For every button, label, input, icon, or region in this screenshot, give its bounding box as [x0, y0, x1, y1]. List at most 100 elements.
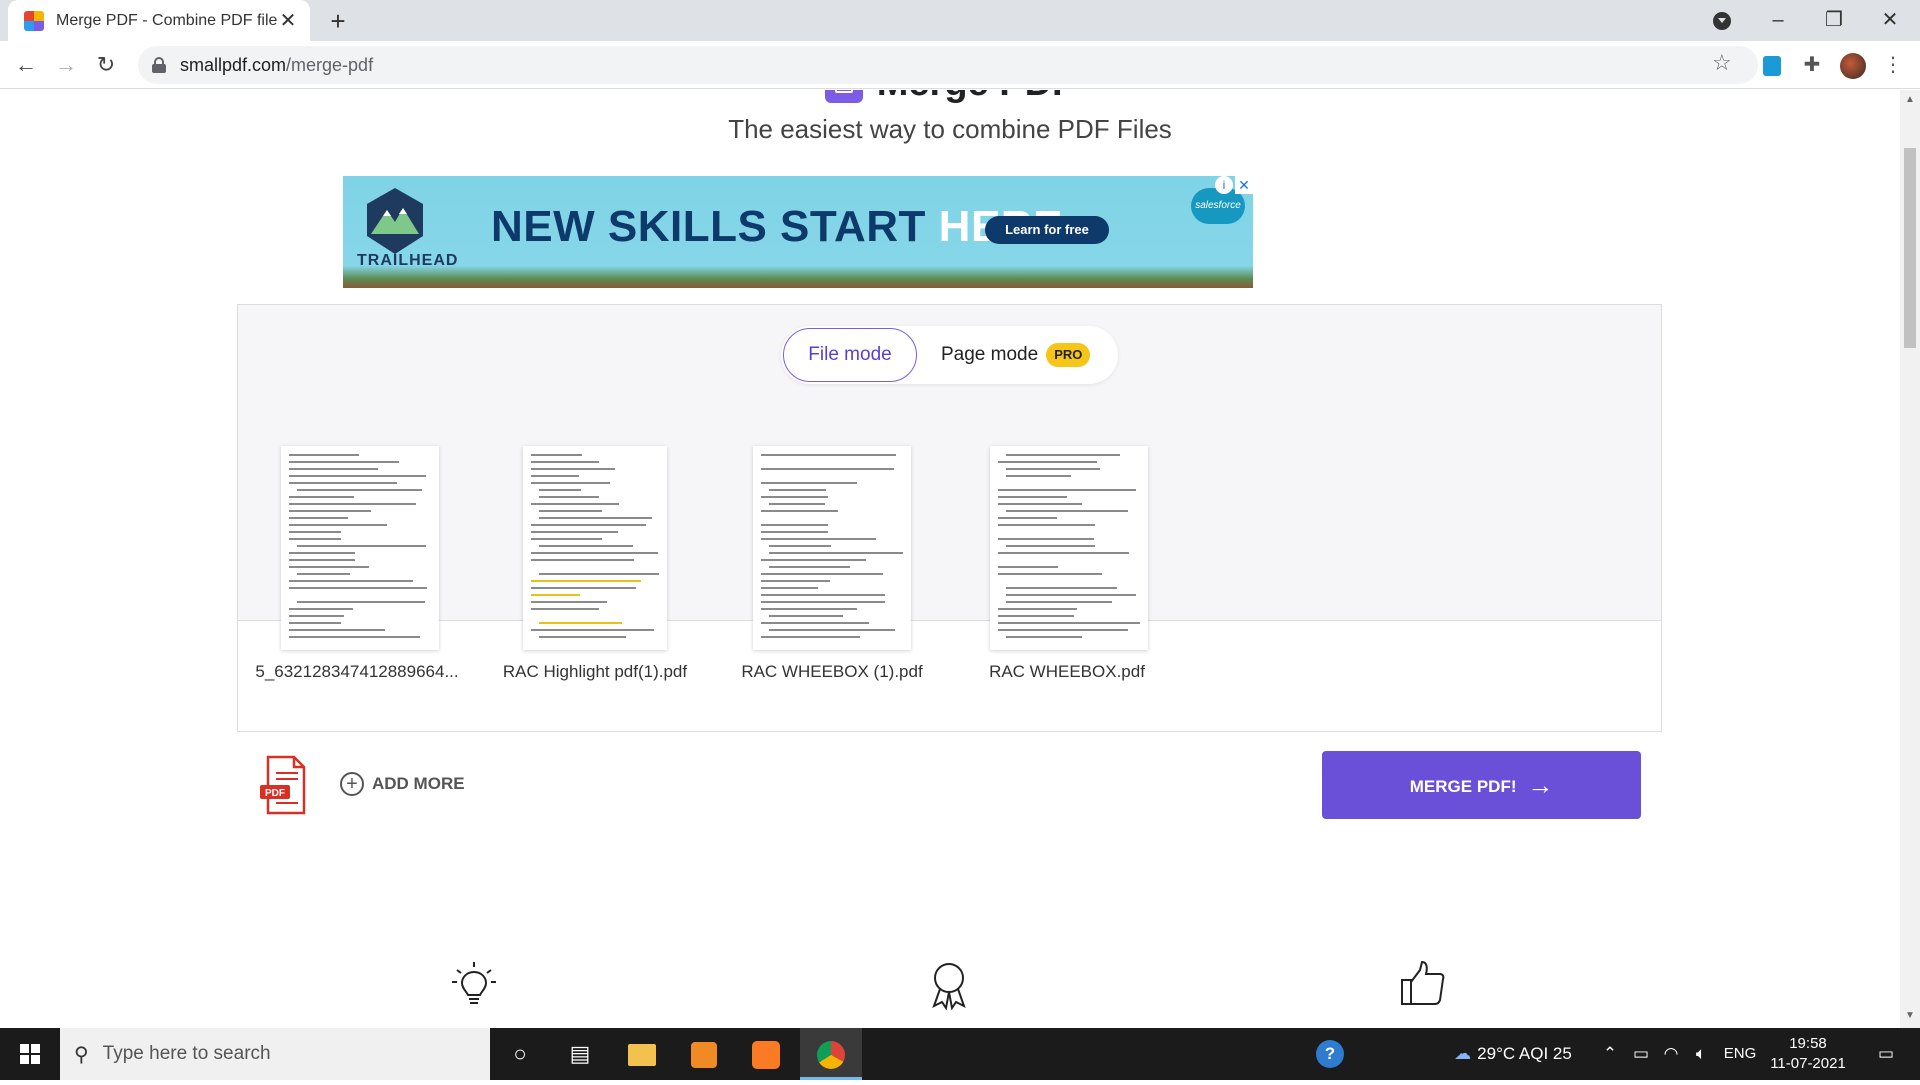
xampp-icon[interactable]	[736, 1028, 796, 1080]
minimize-button[interactable]: –	[1750, 0, 1806, 41]
cortana-icon[interactable]: ○	[490, 1028, 550, 1080]
forward-button[interactable]: →	[48, 47, 84, 83]
wifi-icon[interactable]: ◠	[1658, 1028, 1684, 1080]
merge-pdf-logo-icon	[824, 90, 863, 103]
thumbnail-text-line	[297, 489, 423, 491]
sublime-text-icon[interactable]	[674, 1028, 734, 1080]
page-scrollbar[interactable]: ▲ ▼	[1900, 90, 1920, 1028]
thumbnail-text-line	[531, 524, 647, 526]
thumbnail-text-line	[289, 608, 354, 610]
new-tab-button[interactable]: +	[320, 6, 356, 36]
thumbnail-text-line	[761, 468, 895, 470]
pdf-thumbnail[interactable]	[523, 446, 667, 650]
thumbnail-text-line	[1006, 636, 1082, 638]
pdf-thumbnail[interactable]	[281, 446, 439, 650]
pdf-thumbnail[interactable]	[990, 446, 1148, 650]
thumbnail-text-line	[761, 538, 877, 540]
thumbnail-text-line	[1006, 510, 1129, 512]
page-viewport: Merge PDF The easiest way to combine PDF…	[0, 90, 1900, 1028]
windows-logo-icon	[20, 1044, 40, 1064]
thumbnail-text-line	[761, 580, 831, 582]
url-host: smallpdf.com	[180, 54, 287, 75]
thumbnail-text-line	[761, 454, 896, 456]
thumbnail-text-line	[539, 496, 600, 498]
ad-cta-button[interactable]: Learn for free	[985, 216, 1109, 244]
file-name-label: RAC WHEEBOX.pdf	[989, 662, 1145, 681]
ad-close-icon[interactable]: ✕	[1235, 176, 1253, 194]
volume-icon[interactable]: 🔈︎	[1688, 1028, 1714, 1080]
browser-menu-icon[interactable]: ⋮	[1878, 50, 1908, 80]
taskbar-search-box[interactable]: ⚲ Type here to search	[60, 1028, 490, 1080]
file-name-label: RAC WHEEBOX (1).pdf	[741, 662, 923, 681]
file-name-label: RAC Highlight pdf(1).pdf	[502, 662, 688, 681]
merge-pdf-button[interactable]: MERGE PDF! →	[1322, 751, 1641, 819]
thumbnail-text-line	[289, 475, 427, 477]
page-mode-tab[interactable]: Page mode PRO	[941, 328, 1091, 382]
weather-cloud-icon: ☁	[1454, 1044, 1472, 1063]
scroll-down-arrow[interactable]: ▼	[1904, 1010, 1916, 1021]
thumbnail-text-line	[998, 524, 1095, 526]
thumbnail-text-line	[998, 517, 1058, 519]
thumbnail-text-line	[531, 468, 615, 470]
thumbnail-text-line	[289, 538, 341, 540]
show-hidden-icons-chevron[interactable]: ⌃	[1598, 1028, 1622, 1080]
weather-widget[interactable]: ☁ 29°C AQI 25	[1438, 1028, 1588, 1080]
thumbnail-text-line	[531, 552, 658, 554]
thumbnail-text-line	[769, 552, 903, 554]
thumbnail-text-line	[531, 475, 579, 477]
window-close-button[interactable]: ✕	[1862, 0, 1918, 41]
pdf-thumbnail[interactable]	[753, 446, 911, 650]
windows-start-button[interactable]	[0, 1028, 60, 1080]
bookmark-star-icon[interactable]: ☆	[1712, 50, 1732, 76]
profile-dropdown-icon[interactable]	[1694, 0, 1750, 41]
thumbnail-text-line	[289, 496, 354, 498]
scroll-up-arrow[interactable]: ▲	[1904, 94, 1916, 105]
help-icon[interactable]: ?	[1310, 1028, 1350, 1080]
thumbnail-text-line	[1006, 587, 1117, 589]
browser-tab[interactable]: Merge PDF - Combine PDF files o ✕	[8, 0, 310, 41]
thumbnail-text-line	[998, 503, 1082, 505]
file-explorer-icon[interactable]	[612, 1028, 672, 1080]
thumbnail-text-line	[289, 468, 379, 470]
thumbnail-text-line	[761, 608, 858, 610]
scrollbar-thumb[interactable]	[1904, 148, 1916, 348]
pdf-icon-label: PDF	[265, 788, 285, 799]
thumbnail-text-line	[289, 566, 370, 568]
thumbnail-text-line	[761, 601, 886, 603]
thumbnail-text-line	[1006, 601, 1113, 603]
clock[interactable]: 19:58 11-07-2021	[1766, 1028, 1850, 1080]
thumbnail-text-line	[297, 573, 350, 575]
extensions-puzzle-icon[interactable]: ✚	[1797, 50, 1827, 80]
address-bar[interactable]: smallpdf.com/merge-pdf ☆	[138, 46, 1758, 84]
file-mode-tab[interactable]: File mode	[783, 328, 917, 382]
chrome-taskbar-icon[interactable]	[800, 1028, 862, 1080]
ad-info-icon[interactable]: i	[1215, 176, 1233, 194]
thumbnail-text-line	[289, 559, 355, 561]
thumbnail-text-line	[998, 629, 1129, 631]
restore-button[interactable]: ❐	[1806, 0, 1862, 41]
language-indicator[interactable]: ENG	[1720, 1028, 1760, 1080]
notifications-icon[interactable]: ▭	[1866, 1028, 1906, 1080]
reload-button[interactable]: ↻	[88, 47, 124, 83]
thumbnail-text-line	[769, 503, 825, 505]
back-button[interactable]: ←	[8, 47, 44, 83]
thumbnail-text-line	[769, 489, 827, 491]
thumbnail-text-line	[1006, 545, 1096, 547]
battery-icon[interactable]: ▭	[1628, 1028, 1654, 1080]
thumbnail-text-line	[998, 622, 1140, 624]
extension-icon[interactable]	[1757, 50, 1787, 80]
profile-avatar[interactable]	[1838, 50, 1868, 80]
thumbs-up-icon	[1401, 960, 1445, 1005]
add-more-button[interactable]: + ADD MORE	[340, 772, 465, 796]
task-view-icon[interactable]: ▤	[550, 1028, 610, 1080]
thumbnail-text-line	[761, 559, 866, 561]
url-text: smallpdf.com/merge-pdf	[180, 55, 373, 76]
pro-badge: PRO	[1046, 343, 1091, 367]
tab-close-icon[interactable]: ✕	[278, 8, 298, 33]
thumbnail-text-line	[531, 601, 608, 603]
thumbnail-text-line	[289, 503, 417, 505]
thumbnail-text-line	[289, 524, 388, 526]
thumbnail-text-line	[289, 454, 359, 456]
advertisement-banner[interactable]: TRAILHEAD NEW SKILLS START HERE. Learn f…	[343, 176, 1253, 288]
pdf-file-icon: PDF	[260, 755, 306, 815]
